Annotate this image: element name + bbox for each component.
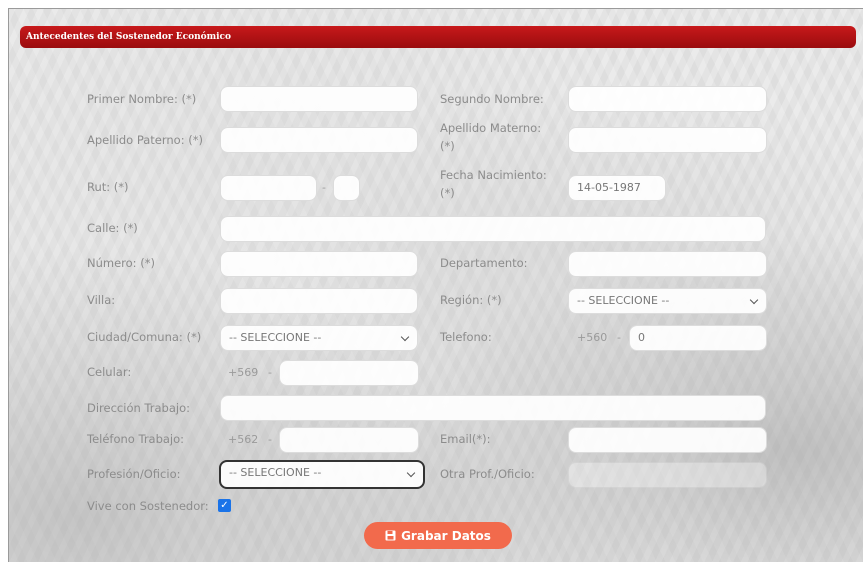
celular-label: Celular: xyxy=(87,365,132,379)
numero-label: Número: (*) xyxy=(87,256,155,270)
telefono-input[interactable]: 0 xyxy=(629,325,767,351)
departamento-input[interactable] xyxy=(568,251,767,277)
checkmark-icon: ✓ xyxy=(220,500,229,511)
villa-input[interactable] xyxy=(220,288,418,314)
region-label: Región: (*) xyxy=(440,293,502,307)
fecha-nacimiento-input[interactable]: 14-05-1987 xyxy=(568,175,666,201)
grabar-datos-button[interactable]: Grabar Datos xyxy=(364,522,512,549)
apellido-materno-label-line2: (*) xyxy=(440,139,455,153)
rut-input[interactable] xyxy=(220,175,317,201)
villa-label: Villa: xyxy=(87,293,116,307)
region-select[interactable]: -- SELECCIONE -- xyxy=(568,288,767,314)
apellido-paterno-input[interactable] xyxy=(220,127,418,153)
apellido-materno-label-line1: Apellido Materno: xyxy=(440,121,542,135)
email-input[interactable] xyxy=(568,427,767,453)
telefono-trabajo-input[interactable] xyxy=(279,427,419,453)
apellido-materno-input[interactable] xyxy=(568,127,767,153)
primer-nombre-label: Primer Nombre: (*) xyxy=(87,92,197,106)
telefono-prefix: +560 xyxy=(577,331,608,344)
section-title: Antecedentes del Sostenedor Económico xyxy=(26,32,232,42)
otra-profesion-label: Otra Prof./Oficio: xyxy=(440,467,535,481)
ciudad-comuna-selected: -- SELECCIONE -- xyxy=(229,331,322,344)
ciudad-comuna-select[interactable]: -- SELECCIONE -- xyxy=(220,325,418,351)
telefono-label: Telefono: xyxy=(440,330,492,344)
otra-profesion-input[interactable] xyxy=(568,462,767,488)
primer-nombre-input[interactable] xyxy=(220,86,418,112)
telefono-trabajo-label: Teléfono Trabajo: xyxy=(87,432,185,446)
ciudad-comuna-label: Ciudad/Comuna: (*) xyxy=(87,330,202,344)
rut-label: Rut: (*) xyxy=(87,180,129,194)
rut-separator: - xyxy=(322,181,326,194)
region-selected: -- SELECCIONE -- xyxy=(577,294,670,307)
vive-con-sostenedor-checkbox[interactable]: ✓ xyxy=(218,499,231,512)
departamento-label: Departamento: xyxy=(440,256,528,270)
celular-separator: - xyxy=(268,366,272,379)
apellido-paterno-label: Apellido Paterno: (*) xyxy=(87,133,203,147)
grabar-datos-label: Grabar Datos xyxy=(401,528,491,543)
vive-con-sostenedor-label: Vive con Sostenedor: xyxy=(87,499,209,513)
floppy-disk-icon xyxy=(385,530,396,541)
apellido-materno-label: Apellido Materno: (*) xyxy=(440,121,541,154)
numero-input[interactable] xyxy=(220,251,418,277)
email-label: Email(*): xyxy=(440,432,491,446)
telefono-trabajo-separator: - xyxy=(268,433,272,446)
profesion-oficio-label: Profesión/Oficio: xyxy=(87,467,181,481)
direccion-trabajo-label: Dirección Trabajo: xyxy=(87,401,190,415)
telefono-trabajo-prefix: +562 xyxy=(228,433,259,446)
telefono-separator: - xyxy=(617,331,621,344)
celular-prefix: +569 xyxy=(228,366,259,379)
fecha-nacimiento-label-line1: Fecha Nacimiento: xyxy=(440,168,547,182)
profesion-oficio-selected: -- SELECCIONE -- xyxy=(229,466,322,479)
celular-input[interactable] xyxy=(279,360,419,386)
segundo-nombre-label: Segundo Nombre: xyxy=(440,92,544,106)
direccion-trabajo-input[interactable] xyxy=(220,395,766,421)
rut-dv-input[interactable] xyxy=(333,175,360,201)
calle-label: Calle: (*) xyxy=(87,221,138,235)
fecha-nacimiento-label-line2: (*) xyxy=(440,186,455,200)
profesion-oficio-select[interactable]: -- SELECCIONE -- xyxy=(219,460,425,489)
fecha-nacimiento-label: Fecha Nacimiento: (*) xyxy=(440,168,547,201)
calle-input[interactable] xyxy=(220,216,766,242)
section-header: Antecedentes del Sostenedor Económico xyxy=(20,26,856,48)
segundo-nombre-input[interactable] xyxy=(568,86,767,112)
